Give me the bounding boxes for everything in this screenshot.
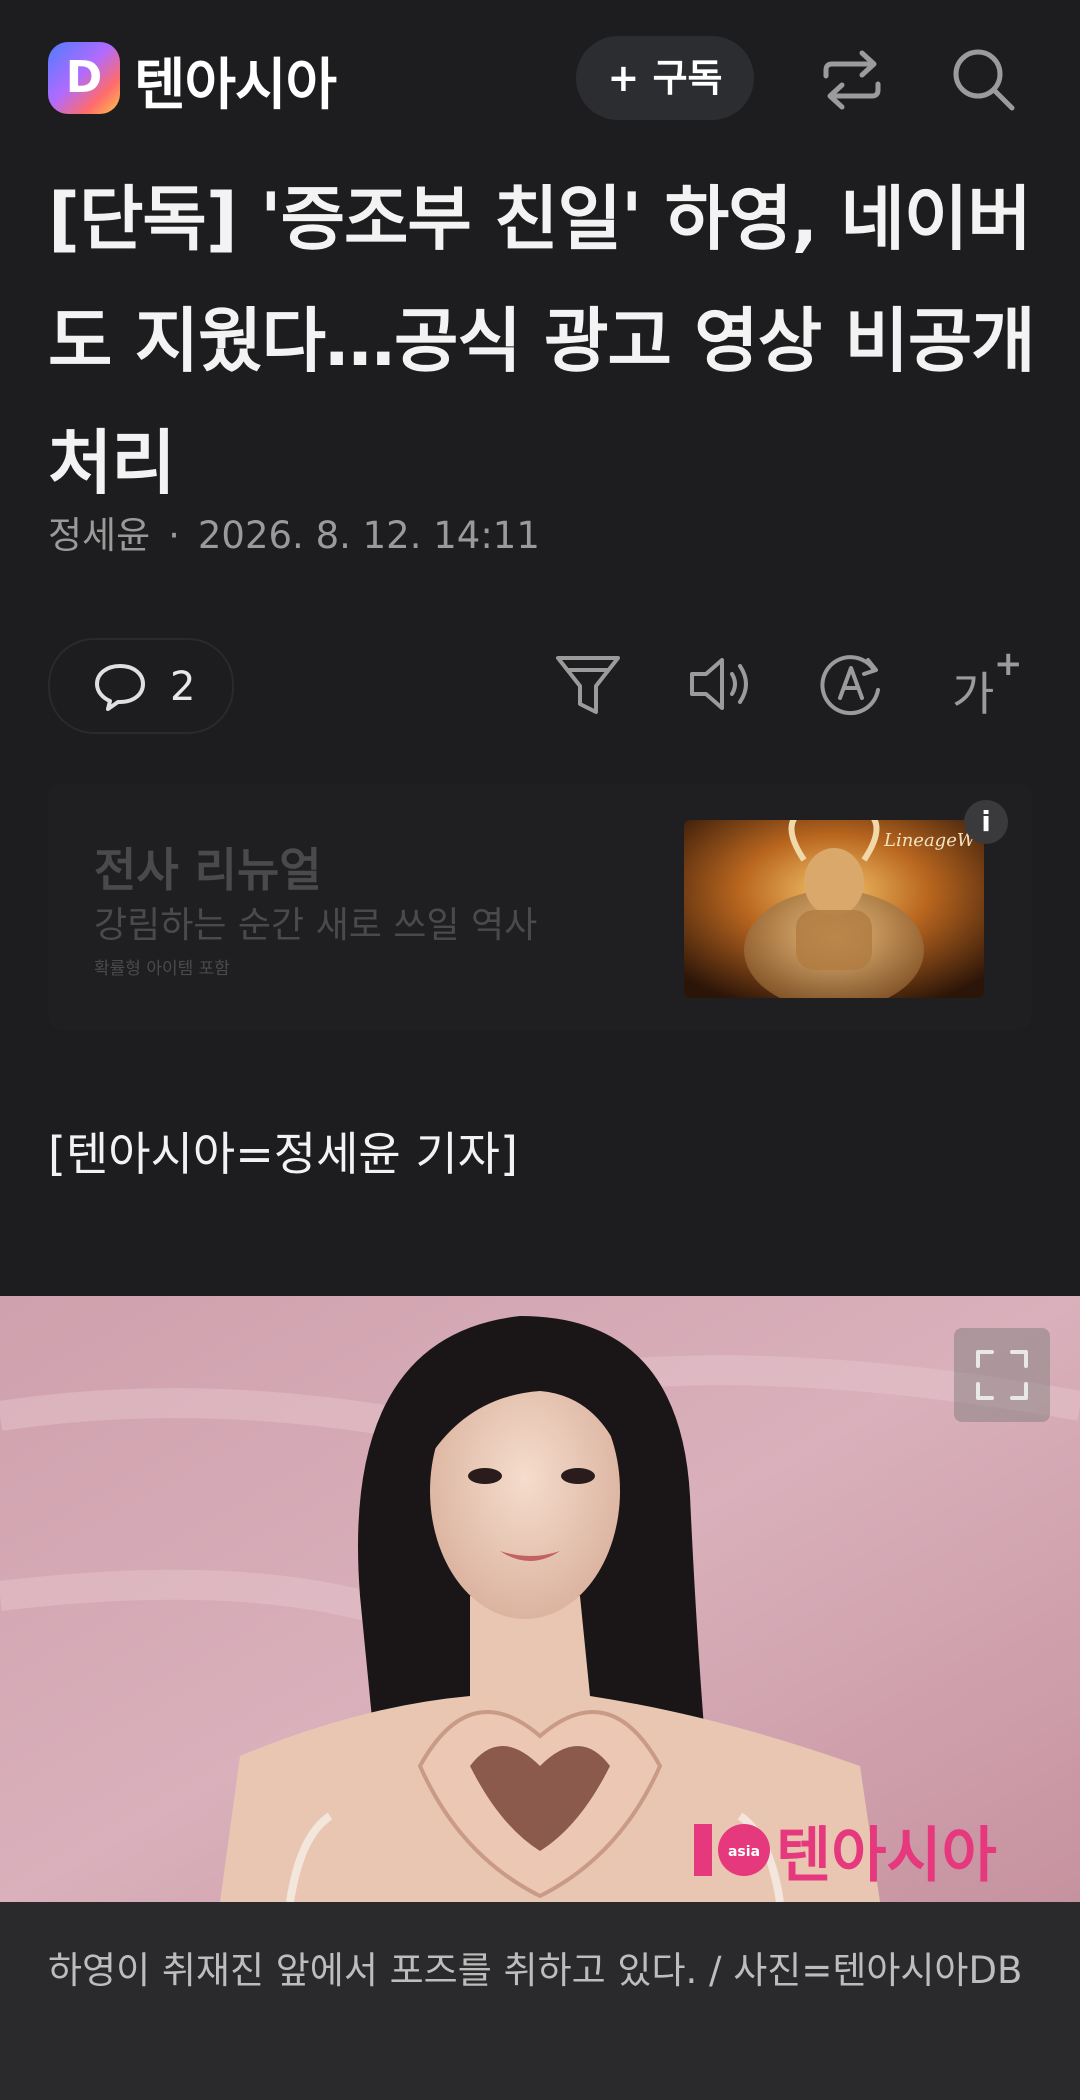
ad-banner[interactable]: 전사 리뉴얼 강림하는 순간 새로 쓰일 역사 확률형 아이템 포함 Linea… xyxy=(48,784,1032,1030)
fullscreen-icon xyxy=(976,1350,1028,1400)
subscribe-button[interactable]: + 구독 xyxy=(576,36,754,120)
search-icon[interactable] xyxy=(944,40,1024,120)
filter-icon[interactable] xyxy=(548,644,628,724)
article-photo[interactable]: asia 텐아시아 xyxy=(0,1296,1080,1902)
comment-icon xyxy=(95,664,145,711)
photo-caption-area: 하영이 취재진 앞에서 포즈를 취하고 있다. / 사진=텐아시아DB xyxy=(0,1902,1080,2100)
font-size-label: 가 xyxy=(952,667,995,721)
byline-separator: · xyxy=(168,514,180,557)
watermark-asia: asia xyxy=(728,1844,760,1860)
share-icon[interactable] xyxy=(812,40,892,120)
publish-date: 2026. 8. 12. 14:11 xyxy=(197,514,540,557)
logo-letter: D xyxy=(65,52,103,103)
translate-icon[interactable] xyxy=(812,644,892,724)
ad-info-button[interactable]: i xyxy=(964,800,1008,844)
ad-title: 전사 리뉴얼 xyxy=(94,843,322,897)
brand-name[interactable]: 텐아시아 xyxy=(134,40,337,121)
byline: 정세윤 · 2026. 8. 12. 14:11 xyxy=(48,505,540,559)
top-bar: D 텐아시아 + 구독 xyxy=(0,0,1080,160)
ad-fine-print: 확률형 아이템 포함 xyxy=(94,959,230,979)
app-logo[interactable]: D xyxy=(48,42,120,114)
article-headline: [단독] '증조부 친일' 하영, 네이버도 지웠다…공식 광고 영상 비공개 … xyxy=(48,178,1036,504)
expand-photo-button[interactable] xyxy=(954,1328,1050,1422)
ad-image[interactable]: LineageW xyxy=(684,820,984,998)
ad-image-label: LineageW xyxy=(883,830,977,851)
watermark-brand: 텐아시아 xyxy=(776,1821,997,1891)
photo-caption: 하영이 취재진 앞에서 포즈를 취하고 있다. / 사진=텐아시아DB xyxy=(48,1949,1023,1992)
ad-subtitle: 강림하는 순간 새로 쓰일 역사 xyxy=(94,905,538,946)
plus-icon: + xyxy=(994,644,1023,684)
font-size-icon[interactable]: 가 + xyxy=(944,644,1024,724)
comment-count: 2 xyxy=(170,664,196,710)
author-name[interactable]: 정세윤 xyxy=(48,514,150,557)
speaker-icon[interactable] xyxy=(682,644,762,724)
reporter-line: [텐아시아=정세윤 기자] xyxy=(48,1127,518,1181)
comment-button[interactable]: 2 xyxy=(48,638,234,734)
